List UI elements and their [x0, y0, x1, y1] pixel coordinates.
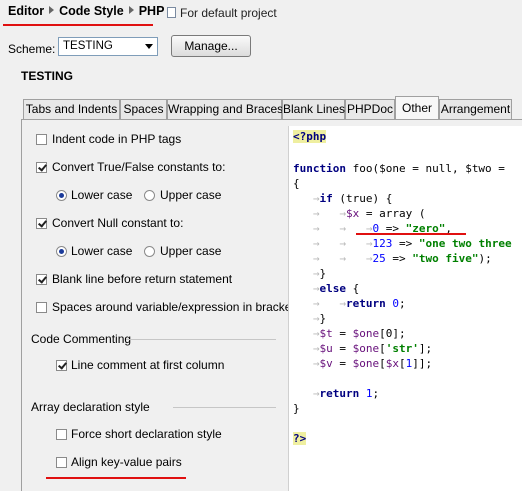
breadcrumb-editor: Editor	[8, 4, 45, 18]
project-scope-label: For default project	[180, 6, 277, 20]
tab-blank-lines[interactable]: Blank Lines	[282, 99, 345, 119]
code-preview: <?php function foo($one = null, $two = {…	[288, 126, 522, 491]
tab-wrapping-and-braces[interactable]: Wrapping and Braces	[167, 99, 283, 119]
code-line: ?>	[293, 432, 307, 445]
indent-php-tags-checkbox[interactable]	[36, 134, 47, 145]
code-line: → → →123 => "one two three	[293, 237, 512, 250]
tab-phpdoc[interactable]: PHPDoc	[345, 99, 395, 119]
truefalse-upper-radio[interactable]	[144, 190, 155, 201]
line-comment-first-col-checkbox[interactable]	[56, 360, 67, 371]
breadcrumb-code-style: Code Style	[59, 4, 124, 18]
align-kv-checkbox[interactable]	[56, 457, 67, 468]
code-line: → →return 0;	[293, 297, 406, 310]
code-line: function foo($one = null, $two =	[293, 162, 505, 175]
chevron-down-icon	[145, 44, 153, 49]
code-line: <?php	[293, 130, 327, 143]
null-upper-radio[interactable]	[144, 246, 155, 257]
null-lower-label: Lower case	[71, 244, 133, 258]
force-short-decl-label: Force short declaration style	[71, 427, 222, 441]
array-decl-title: Array declaration style	[31, 400, 150, 414]
code-line: →else {	[293, 282, 360, 295]
truefalse-upper-label: Upper case	[160, 188, 222, 202]
convert-null-label: Convert Null constant to:	[52, 216, 184, 230]
null-upper-label: Upper case	[160, 244, 222, 258]
scheme-select-value: TESTING	[63, 40, 113, 52]
line-comment-first-col-label: Line comment at first column	[71, 358, 225, 372]
scheme-title: TESTING	[21, 69, 74, 83]
project-scope-note: For default project	[167, 6, 277, 20]
tab-other[interactable]: Other	[395, 96, 439, 120]
null-lower-radio[interactable]	[56, 246, 67, 257]
convert-truefalse-checkbox[interactable]	[36, 162, 47, 173]
force-short-decl-checkbox[interactable]	[56, 429, 67, 440]
convert-truefalse-label: Convert True/False constants to:	[52, 160, 226, 174]
code-line: →$t = $one[0];	[293, 327, 406, 340]
scheme-select[interactable]: TESTING	[58, 37, 158, 56]
tab-tabs-and-indents[interactable]: Tabs and Indents	[23, 99, 120, 119]
breadcrumb-separator-icon	[128, 6, 134, 14]
code-annotation-underline	[356, 233, 466, 235]
indent-php-tags-label: Indent code in PHP tags	[52, 132, 182, 146]
code-line: →return 1;	[293, 387, 380, 400]
blank-before-return-label: Blank line before return statement	[52, 272, 233, 286]
scheme-label: Scheme:	[8, 42, 56, 56]
document-icon	[167, 7, 176, 18]
manage-button[interactable]: Manage...	[171, 35, 251, 57]
truefalse-lower-label: Lower case	[71, 188, 133, 202]
code-commenting-title: Code Commenting	[31, 332, 132, 346]
breadcrumb: Editor Code Style PHP	[8, 4, 164, 18]
code-line: →$v = $one[$x[1]];	[293, 357, 433, 370]
code-line: → →$x = array (	[293, 207, 426, 220]
code-line: →if (true) {	[293, 192, 393, 205]
breadcrumb-separator-icon	[49, 6, 55, 14]
code-line: →}	[293, 312, 327, 325]
spaces-around-var-label: Spaces around variable/expression in bra…	[52, 300, 301, 314]
section-divider	[126, 339, 276, 340]
spaces-around-var-checkbox[interactable]	[36, 302, 47, 313]
blank-before-return-checkbox[interactable]	[36, 274, 47, 285]
breadcrumb-annotation-underline	[3, 24, 153, 26]
code-line: →$u = $one['str'];	[293, 342, 433, 355]
breadcrumb-php: PHP	[138, 4, 165, 18]
align-kv-annotation-underline	[46, 477, 186, 479]
section-divider	[173, 407, 276, 408]
tab-arrangement[interactable]: Arrangement	[439, 99, 512, 119]
code-line: →}	[293, 267, 327, 280]
truefalse-lower-radio[interactable]	[56, 190, 67, 201]
align-kv-label: Align key-value pairs	[71, 455, 182, 469]
code-line: }	[293, 402, 300, 415]
tab-spaces[interactable]: Spaces	[120, 99, 167, 119]
code-line: → → →25 => "two five");	[293, 252, 492, 265]
convert-null-checkbox[interactable]	[36, 218, 47, 229]
code-line: {	[293, 177, 300, 190]
